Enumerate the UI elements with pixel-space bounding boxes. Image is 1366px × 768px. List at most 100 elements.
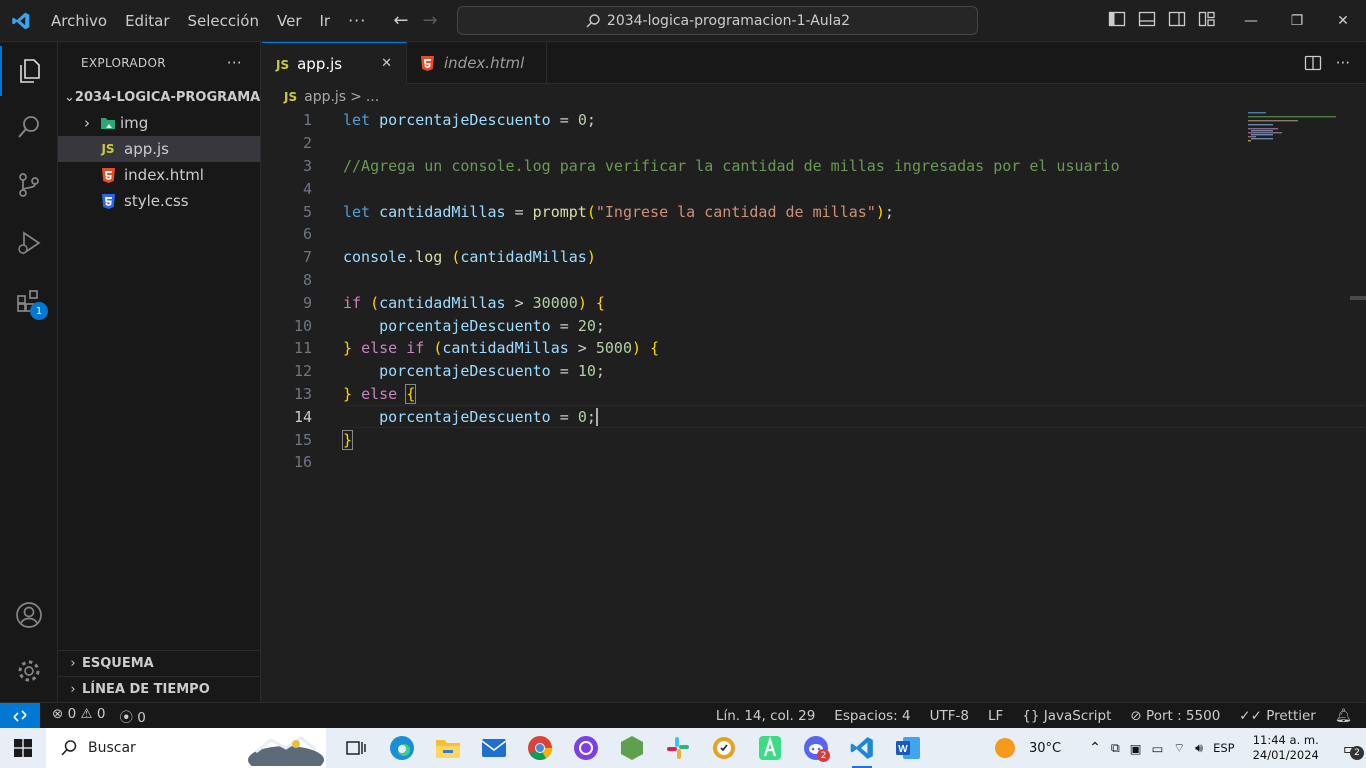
menu-seleccion[interactable]: Selección [179,12,269,30]
close-tab-icon[interactable]: ✕ [381,56,392,71]
html5-file-icon [421,55,434,71]
chrome-icon[interactable] [524,732,556,764]
code-line: 11} else if (cantidadMillas > 5000) { [262,337,1242,360]
clock[interactable]: 11:44 a. m. 24/01/2024 [1253,733,1319,763]
search-view-icon[interactable] [0,102,58,152]
explorer-more-icon[interactable]: ··· [227,54,242,72]
clock-time: 11:44 a. m. [1252,733,1319,747]
slack-icon[interactable] [662,732,694,764]
menu-bar: Archivo Editar Selección Ver Ir ··· [42,11,375,30]
nodejs-icon[interactable] [616,732,648,764]
tree-item-img[interactable]: › img [58,110,260,136]
tree-item-appjs[interactable]: JS app.js [58,136,260,162]
tree-item-stylecss[interactable]: style.css [58,188,260,214]
mail-icon[interactable] [478,732,510,764]
menu-more-icon[interactable]: ··· [339,11,375,30]
back-arrow-icon[interactable]: ← [393,10,408,31]
code-line: 3 //Agrega un console.log para verificar … [262,155,1242,178]
code-line: 15} [262,428,1242,451]
minimize-button[interactable]: — [1228,0,1274,42]
remote-indicator-icon[interactable] [0,702,40,729]
workspace-folder-label: 2034-LOGICA-PROGRAMA... [74,89,260,105]
chevron-up-icon[interactable]: ⌃ [1089,740,1101,756]
explorer-icon[interactable] [0,46,58,96]
customize-layout-icon[interactable] [1198,10,1216,28]
line-number: 7 [302,248,312,267]
language-indicator[interactable]: ESP [1213,741,1235,755]
split-editor-icon[interactable] [1304,54,1322,72]
notification-center-icon[interactable]: ▭2 [1343,739,1364,760]
file-explorer-icon[interactable] [432,732,464,764]
weather-sun-icon[interactable] [994,738,1015,758]
live-server-port[interactable]: ⊘ Port : 5500 [1130,708,1220,724]
search-highlight-icon [248,736,324,766]
code-line: 9 if (cantidadMillas > 30000) { [262,291,1242,314]
vscode-taskbar-icon[interactable] [846,732,878,768]
tab-bar: JS app.js ✕ index.html ··· [262,42,1366,84]
accounts-icon[interactable] [0,590,58,640]
edge-browser-icon[interactable] [386,732,418,764]
editor-more-icon[interactable]: ··· [1336,54,1350,72]
ports-indicator[interactable]: ⦿ 0 [120,706,146,726]
discord-icon[interactable]: 2 [800,732,832,764]
menu-editar[interactable]: Editar [116,12,178,30]
line-number: 15 [293,430,312,449]
breadcrumb-rest[interactable]: ... [366,89,379,105]
warning-count: 0 [96,705,106,722]
encoding[interactable]: UTF-8 [930,708,969,724]
toggle-secondary-sidebar-icon[interactable] [1168,10,1186,28]
end-of-line[interactable]: LF [988,708,1003,724]
restore-button[interactable]: ❐ [1274,0,1320,42]
run-debug-icon[interactable] [0,218,58,268]
code-line: 8 [262,269,1242,292]
word-icon[interactable]: W [892,732,924,764]
tree-item-label: img [120,114,149,132]
vpn-shield-icon[interactable] [708,732,740,764]
notifications-bell-icon[interactable]: 🔔︎ [1335,708,1352,724]
indentation[interactable]: Espacios: 4 [834,708,910,724]
toggle-panel-icon[interactable] [1138,10,1156,28]
forward-arrow-icon[interactable]: → [422,10,437,31]
minimap[interactable] [1248,110,1338,150]
prettier-status[interactable]: ✓✓ Prettier [1239,708,1316,724]
toggle-sidebar-icon[interactable] [1108,10,1126,28]
workspace-folder[interactable]: ⌄ 2034-LOGICA-PROGRAMA... [58,84,260,110]
menu-ir[interactable]: Ir [311,12,340,30]
line-number: 6 [302,225,312,244]
meet-now-icon[interactable]: ⧉ [1111,740,1120,756]
android-studio-icon[interactable] [754,732,786,764]
breadcrumb-file[interactable]: app.js [304,89,346,105]
source-control-icon[interactable] [0,160,58,210]
code-editor[interactable]: 1 let porcentajeDescuento = 0; 2 3 //Agreg… [262,109,1366,474]
wifi-icon[interactable]: ⌔ [1173,740,1185,756]
tree-item-label: app.js [124,140,169,158]
problems-indicator[interactable]: ⊗ 0 ⚠ 0 [52,706,106,726]
outline-section[interactable]: › ESQUEMA [58,650,261,676]
windows-start-icon[interactable] [0,728,46,768]
menu-ver[interactable]: Ver [268,12,311,30]
language-mode[interactable]: {} JavaScript [1022,708,1111,724]
command-center[interactable]: 2034-logica-programacion-1-Aula2 [457,6,978,35]
weather-temperature[interactable]: 30°C [1029,741,1061,756]
taskbar-search[interactable]: Buscar [46,728,326,768]
task-view-icon[interactable] [340,732,372,764]
display-icon[interactable]: ▣ [1130,741,1142,756]
github-desktop-icon[interactable] [570,732,602,764]
tab-indexhtml[interactable]: index.html [407,42,547,84]
tab-appjs[interactable]: JS app.js ✕ [262,42,407,84]
menu-archivo[interactable]: Archivo [42,12,116,30]
line-number: 11 [293,339,312,358]
extensions-icon[interactable]: 1 [0,276,58,326]
cursor-position[interactable]: Lín. 14, col. 29 [716,708,815,724]
editor-scrollbar[interactable] [1350,296,1366,300]
ports-count: 0 [137,709,146,726]
close-window-button[interactable]: ✕ [1320,0,1366,42]
manage-gear-icon[interactable] [0,646,58,696]
editor-area: JS app.js ✕ index.html ··· JS app.js > ..… [262,42,1366,702]
timeline-section[interactable]: › LÍNEA DE TIEMPO [58,676,261,702]
volume-icon[interactable]: 🔊︎ [1195,740,1203,756]
tree-item-indexhtml[interactable]: index.html [58,162,260,188]
double-check-icon: ✓✓ [1239,707,1262,724]
tree-item-label: index.html [124,166,204,184]
battery-icon[interactable]: ▭ [1152,741,1164,756]
